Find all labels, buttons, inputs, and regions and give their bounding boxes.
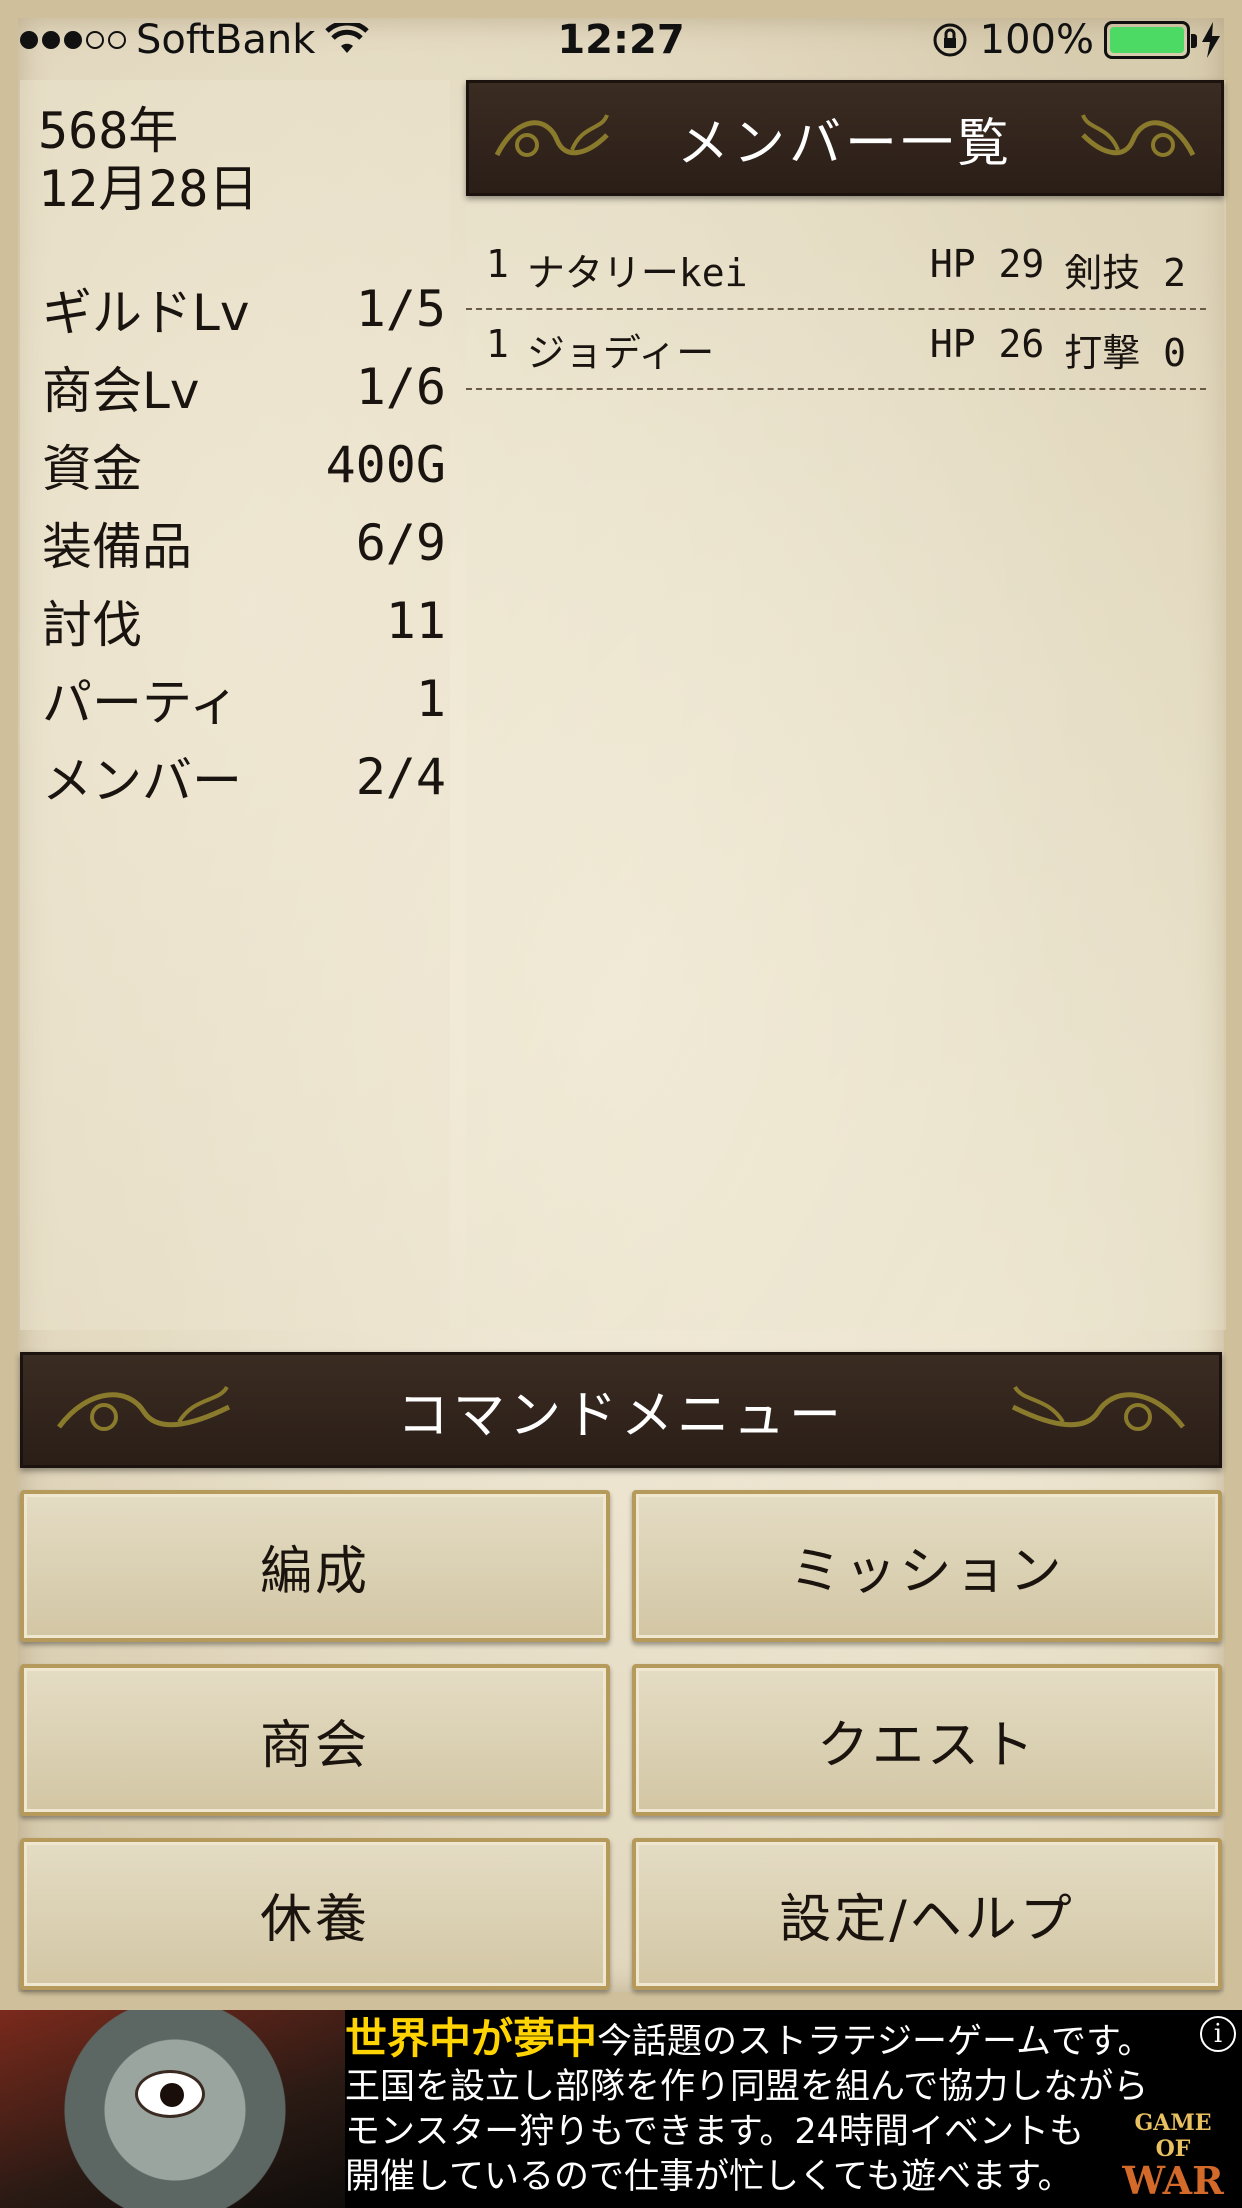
date-label: 12月28日 [38,160,259,218]
flourish-right-icon [1081,114,1196,157]
ad-headline: 世界中が夢中 [345,2014,598,2063]
stat-label: 商会Lv [42,362,200,420]
member-hp: HP 29 [929,241,1045,286]
wifi-icon [325,23,370,53]
ad-logo-bottom: WAR [1122,2158,1224,2203]
ad-banner[interactable]: 世界中が夢中今話題のストラテジーゲームです。 王国を設立し部隊を作り同盟を組んで… [0,2010,1242,2208]
command-menu-title: コマンドメニュー [396,1385,845,1446]
member-list-header: メンバー一覧 [466,80,1224,196]
monster-eye-icon [135,2070,205,2118]
formation-button[interactable]: 編成 [20,1490,610,1642]
member-skill: 剣技 2 [1064,250,1186,295]
rotation-lock-icon [933,23,967,57]
mission-button[interactable]: ミッション [632,1490,1222,1642]
signal-dot [42,31,60,49]
ad-line-3: モンスター狩りもできます。24時間イベントも [345,2112,1084,2152]
battery-percent: 100% [979,17,1094,63]
stat-value: 1/6 [355,358,446,416]
member-skill: 打撃 0 [1064,330,1186,375]
stat-value: 1 [415,670,446,728]
signal-dot [64,31,82,49]
stat-value: 6/9 [355,514,446,572]
stat-row-subjugation: 討伐 11 [42,582,446,660]
ad-logo: GAME OF WAR [1118,2110,1228,2200]
stat-row-guild-level: ギルドLv 1/5 [42,270,446,348]
ad-line-2: 王国を設立し部隊を作り同盟を組んで協力しながら [345,2067,1149,2107]
stat-row-party: パーティ 1 [42,660,446,738]
signal-strength-icon [20,31,126,49]
shop-button[interactable]: 商会 [20,1664,610,1816]
stat-row-funds: 資金 400G [42,426,446,504]
member-name: ナタリーkei [526,250,748,295]
member-attributes: HP 26 打撃 0 [930,322,1186,377]
member-hp: HP 26 [929,321,1045,366]
stat-value: 400G [325,436,446,494]
ad-line-1: 世界中が夢中今話題のストラテジーゲームです。 [345,2016,1195,2065]
stat-row-shop-level: 商会Lv 1/6 [42,348,446,426]
status-left: SoftBank [20,17,370,63]
member-identity: 1 ナタリーkei [486,242,748,297]
member-party: 1 [486,241,509,286]
signal-dot [108,31,126,49]
member-name: ジョディー [526,330,715,375]
year-label: 568年 [38,102,179,160]
settings-help-button[interactable]: 設定/ヘルプ [632,1838,1222,1990]
list-item[interactable]: 1 ジョディー HP 26 打撃 0 [466,310,1206,390]
member-attributes: HP 29 剣技 2 [930,242,1186,297]
member-identity: 1 ジョディー [486,322,714,377]
ad-info-icon[interactable]: i [1200,2016,1236,2052]
stat-label: ギルドLv [42,284,250,342]
stat-value: 11 [385,592,446,650]
member-list-title: メンバー一覧 [676,113,1013,174]
quest-button[interactable]: クエスト [632,1664,1222,1816]
ad-logo-top: GAME OF [1134,2110,1212,2162]
stat-row-members: メンバー 2/4 [42,738,446,816]
stat-label: パーティ [42,674,239,732]
stat-value: 2/4 [355,748,446,806]
stat-label: 装備品 [42,518,192,576]
ad-line-4: 開催しているので仕事が忙しくても遊べます。 [345,2157,1073,2197]
flourish-left-icon [494,114,609,157]
signal-dot [20,31,38,49]
member-list-panel: メンバー一覧 1 ナタリーkei HP 29 剣技 2 1 ジョディー HP 2… [466,80,1226,1330]
rest-button[interactable]: 休養 [20,1838,610,1990]
status-bar: SoftBank 12:27 100% [0,0,1242,80]
ad-line1-text: 今話題のストラテジーゲームです。 [597,2022,1153,2062]
stat-value: 1/5 [355,280,446,338]
signal-dot [86,31,104,49]
ad-text[interactable]: 世界中が夢中今話題のストラテジーゲームです。 王国を設立し部隊を作り同盟を組んで… [345,2016,1195,2200]
battery-fill [1110,27,1184,53]
stat-label: 資金 [42,440,142,498]
date-display: 568年 12月28日 [38,102,258,218]
stat-row-equipment: 装備品 6/9 [42,504,446,582]
command-menu-header: コマンドメニュー [20,1352,1222,1468]
status-right: 100% [930,17,1222,63]
charging-bolt-icon [1202,22,1220,58]
flourish-right-icon [1011,1385,1185,1431]
flourish-left-icon [57,1385,231,1431]
battery-icon [1104,21,1197,59]
member-list: 1 ナタリーkei HP 29 剣技 2 1 ジョディー HP 26 打撃 0 [466,230,1206,390]
stat-label: メンバー [42,752,242,810]
ad-image[interactable] [0,2010,345,2208]
member-party: 1 [486,321,509,366]
list-item[interactable]: 1 ナタリーkei HP 29 剣技 2 [466,230,1206,310]
guild-info-panel: 568年 12月28日 ギルドLv 1/5 商会Lv 1/6 資金 400G 装… [20,80,450,1330]
stat-label: 討伐 [42,596,142,654]
stats-list: ギルドLv 1/5 商会Lv 1/6 資金 400G 装備品 6/9 討伐 11… [42,270,446,816]
carrier-name: SoftBank [136,17,316,63]
command-menu: 編成 ミッション 商会 クエスト 休養 設定/ヘルプ [20,1490,1222,1990]
